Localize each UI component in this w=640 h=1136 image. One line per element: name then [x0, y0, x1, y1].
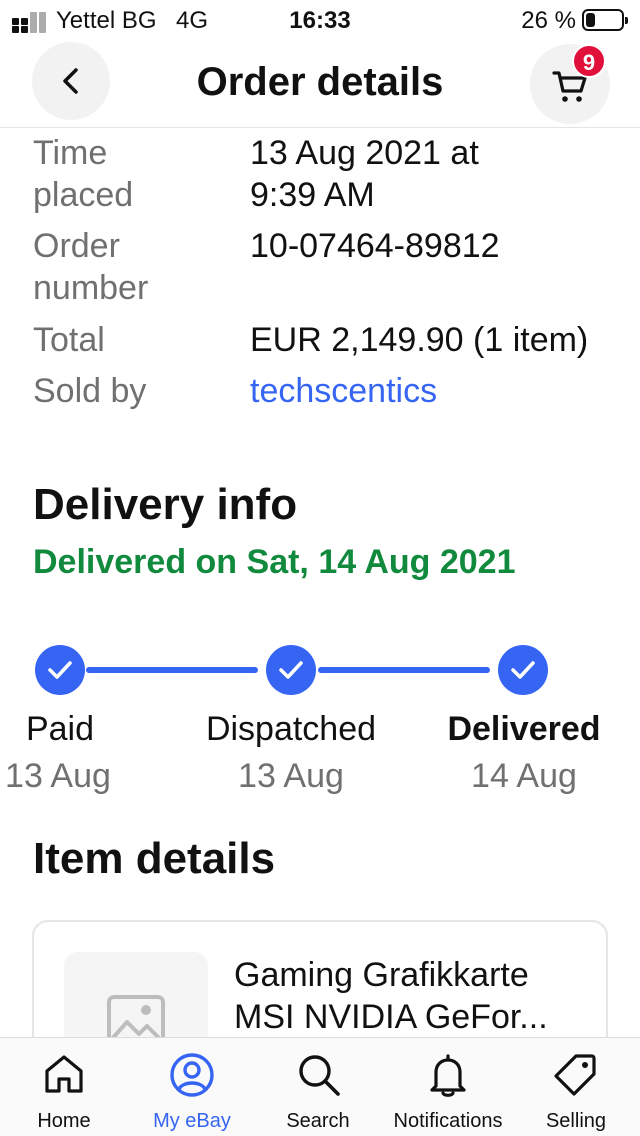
cart-button[interactable]: 9 [530, 44, 610, 124]
nav-search[interactable]: Search [266, 1038, 370, 1136]
bottom-navigation: Home My eBay Search Notifications Sellin… [0, 1037, 640, 1136]
order-number-label: Order number [33, 227, 149, 307]
bell-icon [430, 1054, 466, 1097]
seller-link[interactable]: techscentics [250, 370, 620, 412]
user-icon [170, 1053, 214, 1097]
app-header: Order details 9 [0, 42, 640, 128]
total-label: Total [33, 321, 105, 359]
nav-my-ebay[interactable]: My eBay [140, 1038, 244, 1136]
step-dispatched-check-icon [266, 645, 316, 695]
item-details-heading: Item details [33, 834, 276, 883]
status-bar: Yettel BG 4G 16:33 26 % [0, 0, 640, 42]
search-icon [299, 1055, 340, 1096]
nav-search-label: Search [286, 1110, 350, 1132]
order-number-value: 10-07464-89812 [250, 227, 500, 265]
delivery-info-heading: Delivery info [33, 480, 298, 529]
step-delivered-check-icon [498, 645, 548, 695]
step-delivered-date: 14 Aug [471, 757, 577, 795]
time-placed-value: 13 Aug 2021 at 9:39 AM [250, 134, 479, 214]
sold-by-label: Sold by [33, 372, 147, 410]
step-dispatched-date: 13 Aug [238, 757, 344, 795]
delivery-progress-tracker [0, 645, 640, 697]
step-dispatched-label: Dispatched [205, 710, 377, 748]
cart-count-badge: 9 [572, 44, 606, 78]
time-placed-label: Time placed [33, 134, 134, 214]
battery-level [586, 13, 595, 27]
tag-icon [554, 1054, 596, 1096]
nav-selling[interactable]: Selling [524, 1038, 628, 1136]
nav-notifications-label: Notifications [393, 1110, 503, 1132]
progress-line [318, 667, 490, 673]
nav-notifications[interactable]: Notifications [388, 1038, 508, 1136]
home-icon [45, 1055, 83, 1093]
battery-icon [582, 9, 628, 31]
nav-selling-label: Selling [545, 1110, 607, 1132]
step-delivered-label: Delivered [447, 710, 601, 748]
progress-line [86, 667, 258, 673]
step-paid-date: 13 Aug [5, 757, 111, 795]
nav-home-label: Home [37, 1110, 91, 1132]
nav-my-ebay-label: My eBay [153, 1110, 231, 1132]
delivery-status-text: Delivered on Sat, 14 Aug 2021 [33, 543, 516, 581]
step-paid-label: Paid [25, 710, 95, 748]
step-paid-check-icon [35, 645, 85, 695]
nav-home[interactable]: Home [12, 1038, 116, 1136]
total-value: EUR 2,149.90 (1 item) [250, 321, 589, 359]
item-title[interactable]: Gaming Grafikkarte MSI NVIDIA GeFor... [234, 954, 584, 1038]
battery-percent: 26 % [521, 7, 576, 34]
